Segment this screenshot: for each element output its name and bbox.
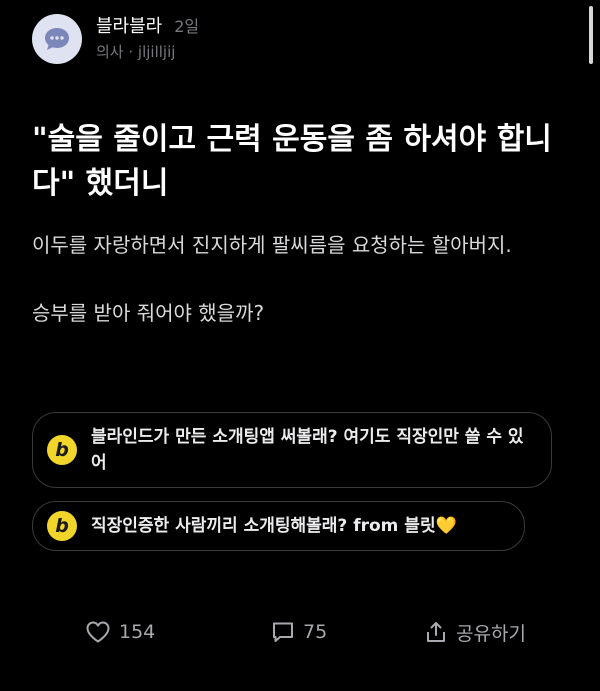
promo-card[interactable]: b 직장인증한 사람끼리 소개팅해볼래? from 블릿💛 (32, 501, 525, 551)
heart-icon (86, 621, 110, 643)
share-icon (427, 622, 445, 642)
blind-logo-icon: b (47, 435, 77, 465)
avatar[interactable] (32, 14, 82, 64)
action-bar: 154 75 공유하기 (0, 617, 600, 647)
author-company: 의사 · jljilljij (96, 43, 176, 61)
post-body-paragraph: 이두를 자랑하면서 진지하게 팔씨름을 요청하는 할아버지. (32, 233, 512, 257)
share-label: 공유하기 (456, 622, 526, 645)
author-name[interactable]: 블라블라 (96, 16, 162, 38)
post-header: 블라블라 2일 의사 · jljilljij (32, 14, 199, 64)
post-time: 2일 (174, 17, 200, 36)
comment-icon (273, 622, 293, 642)
promo-text: 직장인증한 사람끼리 소개팅해볼래? from 블릿💛 (91, 516, 457, 536)
blind-logo-icon: b (47, 511, 77, 541)
like-button[interactable]: 154 (85, 617, 155, 647)
speech-bubble-icon (45, 28, 69, 50)
post-title: "술을 줄이고 근력 운동을 좀 하셔야 합니다" 했더니 (32, 122, 552, 201)
promo-text: 블라인드가 만든 소개팅앱 써볼래? 여기도 직장인만 쓸 수 있어 (91, 427, 524, 473)
comment-button[interactable]: 75 (271, 617, 327, 647)
post-body: 이두를 자랑하면서 진지하게 팔씨름을 요청하는 할아버지. 승부를 받아 줘어… (32, 228, 572, 330)
scrollbar[interactable] (589, 6, 593, 64)
post-meta: 블라블라 2일 의사 · jljilljij (96, 16, 199, 62)
like-count: 154 (119, 621, 156, 643)
share-button[interactable]: 공유하기 (424, 617, 526, 647)
promo-card[interactable]: b 블라인드가 만든 소개팅앱 써볼래? 여기도 직장인만 쓸 수 있어 (32, 412, 552, 488)
comment-count: 75 (303, 621, 328, 643)
post-body-paragraph: 승부를 받아 줘어야 했을까? (32, 301, 265, 325)
